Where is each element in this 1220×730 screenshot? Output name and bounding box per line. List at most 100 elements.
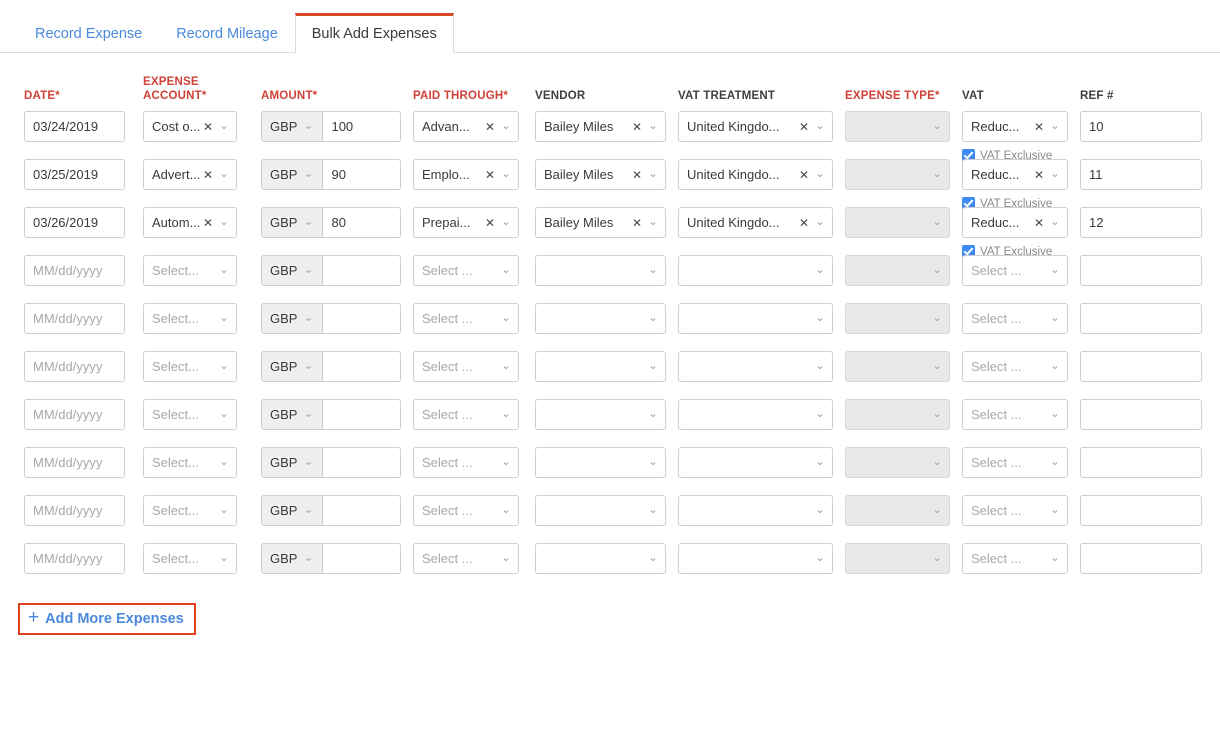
- currency-select-0[interactable]: GBP⌄: [261, 111, 322, 142]
- paid-through-select-0[interactable]: Advan...✕⌄: [413, 111, 519, 142]
- amount-input-6[interactable]: [322, 399, 401, 430]
- vendor-select-4[interactable]: ⌄: [535, 303, 666, 334]
- currency-select-6[interactable]: GBP⌄: [261, 399, 322, 430]
- vat-treatment-select-9[interactable]: ⌄: [678, 543, 833, 574]
- vendor-select-9[interactable]: ⌄: [535, 543, 666, 574]
- vendor-select-2-clear-icon[interactable]: ✕: [632, 217, 642, 229]
- ref-input-4[interactable]: [1080, 303, 1202, 334]
- vat-select-1-clear-icon[interactable]: ✕: [1034, 169, 1044, 181]
- tab-record-mileage[interactable]: Record Mileage: [159, 14, 295, 52]
- paid-through-select-1-clear-icon[interactable]: ✕: [485, 169, 495, 181]
- currency-select-3[interactable]: GBP⌄: [261, 255, 322, 286]
- vat-select-7[interactable]: Select ...⌄: [962, 447, 1068, 478]
- currency-select-8[interactable]: GBP⌄: [261, 495, 322, 526]
- expense-account-select-9[interactable]: Select...⌄: [143, 543, 237, 574]
- date-input-8[interactable]: MM/dd/yyyy: [24, 495, 125, 526]
- currency-select-5[interactable]: GBP⌄: [261, 351, 322, 382]
- amount-input-4[interactable]: [322, 303, 401, 334]
- add-more-expenses-button[interactable]: + Add More Expenses: [18, 603, 196, 635]
- paid-through-select-9[interactable]: Select ...⌄: [413, 543, 519, 574]
- vendor-select-6[interactable]: ⌄: [535, 399, 666, 430]
- vat-select-0[interactable]: Reduc...✕⌄: [962, 111, 1068, 142]
- date-input-5[interactable]: MM/dd/yyyy: [24, 351, 125, 382]
- vat-treatment-select-2-clear-icon[interactable]: ✕: [799, 217, 809, 229]
- vat-treatment-select-2[interactable]: United Kingdo...✕⌄: [678, 207, 833, 238]
- expense-account-select-8[interactable]: Select...⌄: [143, 495, 237, 526]
- date-input-3[interactable]: MM/dd/yyyy: [24, 255, 125, 286]
- vat-select-6[interactable]: Select ...⌄: [962, 399, 1068, 430]
- expense-account-select-0[interactable]: Cost o...✕⌄: [143, 111, 237, 142]
- vat-select-2[interactable]: Reduc...✕⌄: [962, 207, 1068, 238]
- vat-treatment-select-4[interactable]: ⌄: [678, 303, 833, 334]
- paid-through-select-6[interactable]: Select ...⌄: [413, 399, 519, 430]
- paid-through-select-7[interactable]: Select ...⌄: [413, 447, 519, 478]
- vendor-select-1-clear-icon[interactable]: ✕: [632, 169, 642, 181]
- paid-through-select-0-clear-icon[interactable]: ✕: [485, 121, 495, 133]
- amount-input-0[interactable]: 100: [322, 111, 401, 142]
- tab-record-expense[interactable]: Record Expense: [18, 14, 159, 52]
- vat-select-0-clear-icon[interactable]: ✕: [1034, 121, 1044, 133]
- paid-through-select-5[interactable]: Select ...⌄: [413, 351, 519, 382]
- expense-account-select-7[interactable]: Select...⌄: [143, 447, 237, 478]
- currency-select-2[interactable]: GBP⌄: [261, 207, 322, 238]
- date-input-6[interactable]: MM/dd/yyyy: [24, 399, 125, 430]
- date-input-7[interactable]: MM/dd/yyyy: [24, 447, 125, 478]
- amount-input-7[interactable]: [322, 447, 401, 478]
- vat-treatment-select-3[interactable]: ⌄: [678, 255, 833, 286]
- vat-treatment-select-7[interactable]: ⌄: [678, 447, 833, 478]
- currency-select-9[interactable]: GBP⌄: [261, 543, 322, 574]
- amount-input-1[interactable]: 90: [322, 159, 401, 190]
- amount-input-5[interactable]: [322, 351, 401, 382]
- vat-select-8[interactable]: Select ...⌄: [962, 495, 1068, 526]
- vat-select-4[interactable]: Select ...⌄: [962, 303, 1068, 334]
- vat-select-9[interactable]: Select ...⌄: [962, 543, 1068, 574]
- vendor-select-2[interactable]: Bailey Miles✕⌄: [535, 207, 666, 238]
- expense-account-select-3[interactable]: Select...⌄: [143, 255, 237, 286]
- vat-treatment-select-6[interactable]: ⌄: [678, 399, 833, 430]
- date-input-0[interactable]: 03/24/2019: [24, 111, 125, 142]
- ref-input-7[interactable]: [1080, 447, 1202, 478]
- vat-select-1[interactable]: Reduc...✕⌄: [962, 159, 1068, 190]
- expense-account-select-0-clear-icon[interactable]: ✕: [203, 121, 213, 133]
- expense-account-select-4[interactable]: Select...⌄: [143, 303, 237, 334]
- vendor-select-1[interactable]: Bailey Miles✕⌄: [535, 159, 666, 190]
- vat-select-5[interactable]: Select ...⌄: [962, 351, 1068, 382]
- paid-through-select-2[interactable]: Prepai...✕⌄: [413, 207, 519, 238]
- paid-through-select-4[interactable]: Select ...⌄: [413, 303, 519, 334]
- vat-treatment-select-1-clear-icon[interactable]: ✕: [799, 169, 809, 181]
- expense-account-select-1[interactable]: Advert...✕⌄: [143, 159, 237, 190]
- vendor-select-3[interactable]: ⌄: [535, 255, 666, 286]
- ref-input-8[interactable]: [1080, 495, 1202, 526]
- vendor-select-0[interactable]: Bailey Miles✕⌄: [535, 111, 666, 142]
- expense-account-select-5[interactable]: Select...⌄: [143, 351, 237, 382]
- currency-select-4[interactable]: GBP⌄: [261, 303, 322, 334]
- date-input-4[interactable]: MM/dd/yyyy: [24, 303, 125, 334]
- vat-treatment-select-0-clear-icon[interactable]: ✕: [799, 121, 809, 133]
- ref-input-5[interactable]: [1080, 351, 1202, 382]
- amount-input-2[interactable]: 80: [322, 207, 401, 238]
- vendor-select-5[interactable]: ⌄: [535, 351, 666, 382]
- ref-input-6[interactable]: [1080, 399, 1202, 430]
- vat-treatment-select-1[interactable]: United Kingdo...✕⌄: [678, 159, 833, 190]
- date-input-1[interactable]: 03/25/2019: [24, 159, 125, 190]
- currency-select-7[interactable]: GBP⌄: [261, 447, 322, 478]
- ref-input-0[interactable]: 10: [1080, 111, 1202, 142]
- amount-input-9[interactable]: [322, 543, 401, 574]
- expense-account-select-2[interactable]: Autom...✕⌄: [143, 207, 237, 238]
- vendor-select-0-clear-icon[interactable]: ✕: [632, 121, 642, 133]
- ref-input-3[interactable]: [1080, 255, 1202, 286]
- paid-through-select-1[interactable]: Emplo...✕⌄: [413, 159, 519, 190]
- paid-through-select-8[interactable]: Select ...⌄: [413, 495, 519, 526]
- amount-input-8[interactable]: [322, 495, 401, 526]
- date-input-2[interactable]: 03/26/2019: [24, 207, 125, 238]
- expense-account-select-1-clear-icon[interactable]: ✕: [203, 169, 213, 181]
- expense-account-select-6[interactable]: Select...⌄: [143, 399, 237, 430]
- vat-treatment-select-0[interactable]: United Kingdo...✕⌄: [678, 111, 833, 142]
- ref-input-1[interactable]: 11: [1080, 159, 1202, 190]
- paid-through-select-3[interactable]: Select ...⌄: [413, 255, 519, 286]
- vat-select-3[interactable]: Select ...⌄: [962, 255, 1068, 286]
- ref-input-2[interactable]: 12: [1080, 207, 1202, 238]
- amount-input-3[interactable]: [322, 255, 401, 286]
- vat-treatment-select-5[interactable]: ⌄: [678, 351, 833, 382]
- paid-through-select-2-clear-icon[interactable]: ✕: [485, 217, 495, 229]
